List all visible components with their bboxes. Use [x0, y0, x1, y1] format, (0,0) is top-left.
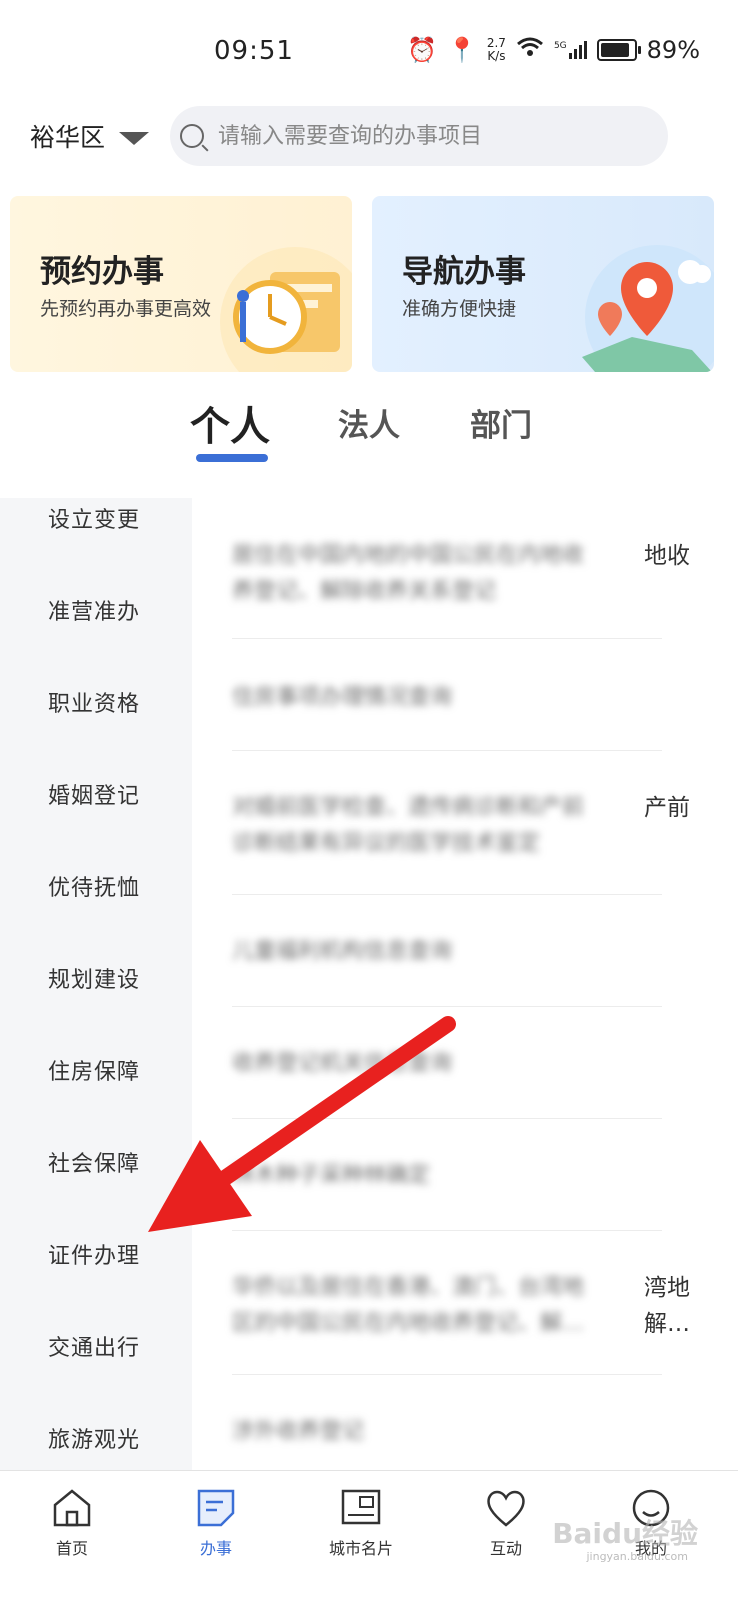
clock-illustration-icon: [220, 247, 352, 372]
tab-department[interactable]: 部门: [470, 400, 532, 445]
appointment-card[interactable]: 预约办事 先预约再办事更高效: [10, 196, 352, 372]
sidebar-item[interactable]: 旅游观光: [48, 1422, 140, 1454]
divider: [232, 1006, 662, 1007]
divider: [232, 1374, 662, 1375]
nav-home[interactable]: 首页: [22, 1485, 122, 1559]
divider: [232, 1230, 662, 1231]
sidebar-item[interactable]: 准营准办: [48, 594, 140, 626]
heart-icon: [487, 1490, 525, 1527]
signal-icon: 5G: [554, 41, 587, 59]
card-subtitle: 先预约再办事更高效: [40, 298, 212, 320]
search-icon: [180, 124, 204, 148]
search-input[interactable]: [216, 122, 660, 150]
status-time: 09:51: [214, 36, 294, 66]
home-icon: [53, 1489, 91, 1527]
tab-legal-person[interactable]: 法人: [338, 400, 400, 445]
list-item[interactable]: 对婚前医学检查、遗传病诊断和产前 诊断结果有异议的医学技术鉴定 产前: [232, 790, 690, 862]
battery-icon: [596, 39, 641, 61]
service-list: 居住在中国内地的中国公民在内地收 养登记、解除收养关系登记 地收 住房事项办理情…: [192, 498, 738, 1470]
divider: [232, 638, 662, 639]
sidebar-item[interactable]: 规划建设: [48, 962, 140, 994]
sidebar-item[interactable]: 优待抚恤: [48, 870, 140, 902]
nav-affairs[interactable]: 办事: [166, 1485, 266, 1559]
list-item[interactable]: 华侨以及居住在香港、澳门、台湾地 区的中国公民在内地收养登记、解… 湾地 解…: [232, 1270, 690, 1342]
location-icon: 📍: [446, 36, 477, 64]
search-bar[interactable]: [170, 106, 668, 166]
sidebar-item[interactable]: 住房保障: [48, 1054, 140, 1086]
watermark-url: jingyan.baidu.com: [586, 1550, 688, 1563]
divider: [232, 894, 662, 895]
tab-personal[interactable]: 个人: [190, 394, 270, 452]
divider: [232, 1118, 662, 1119]
sidebar-item[interactable]: 社会保障: [48, 1146, 140, 1178]
divider: [232, 750, 662, 751]
map-pin-illustration-icon: [582, 245, 714, 372]
category-sidebar: 设立变更 准营准办 职业资格 婚姻登记 优待抚恤 规划建设 住房保障 社会保障 …: [0, 498, 192, 1470]
watermark-logo: Baidu经验: [552, 1517, 698, 1550]
sidebar-item-certificates[interactable]: 证件办理: [48, 1238, 140, 1270]
list-item[interactable]: 住房事项办理情况查询: [232, 680, 652, 716]
list-item[interactable]: 涉外收养登记: [232, 1414, 652, 1450]
region-label: 裕华区: [30, 123, 106, 152]
net-speed: 2.7 K/s: [486, 36, 506, 63]
sidebar-item[interactable]: 设立变更: [48, 502, 140, 534]
list-item[interactable]: 林木种子采种林确定: [232, 1158, 652, 1194]
card-subtitle: 准确方便快捷: [402, 298, 517, 320]
card-title: 导航办事: [402, 254, 526, 290]
status-icons: ⏰ 📍 2.7 K/s 5G 89%: [407, 36, 700, 64]
sidebar-item[interactable]: 婚姻登记: [48, 778, 140, 810]
sidebar-item[interactable]: 交通出行: [48, 1330, 140, 1362]
caret-down-icon: [119, 131, 150, 145]
nav-interaction[interactable]: 互动: [456, 1485, 556, 1559]
region-selector[interactable]: 裕华区: [30, 118, 150, 154]
alarm-icon: ⏰: [407, 36, 437, 64]
list-item[interactable]: 收养登记机关信息查询: [232, 1046, 652, 1082]
card-icon: [341, 1489, 381, 1525]
sidebar-item[interactable]: 职业资格: [48, 686, 140, 718]
card-title: 预约办事: [40, 254, 164, 290]
nav-city-card[interactable]: 城市名片: [311, 1485, 411, 1559]
category-tabs: 个人 法人 部门: [0, 400, 738, 470]
list-item[interactable]: 儿童福利机构信息查询: [232, 934, 652, 970]
document-icon: [197, 1489, 235, 1527]
battery-percent: 89%: [646, 36, 700, 64]
active-tab-indicator: [196, 454, 268, 462]
status-bar: 09:51 ⏰ 📍 2.7 K/s 5G 89%: [0, 0, 738, 100]
wifi-icon: [516, 36, 544, 64]
navigation-card[interactable]: 导航办事 准确方便快捷: [372, 196, 714, 372]
list-item[interactable]: 居住在中国内地的中国公民在内地收 养登记、解除收养关系登记 地收: [232, 538, 690, 610]
